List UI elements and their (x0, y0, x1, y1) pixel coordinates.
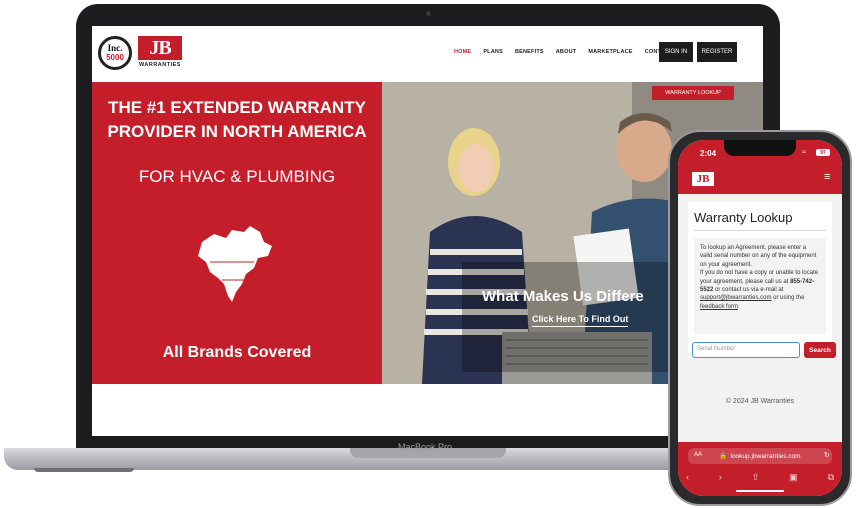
battery-icon: 97 (816, 149, 830, 156)
phone-clock: 2:04 (700, 149, 717, 158)
reload-icon[interactable]: ↻ (824, 451, 830, 459)
serial-number-input[interactable]: Serial Number (692, 342, 800, 358)
jb-logo-mark: JB (138, 36, 182, 60)
nav-plans[interactable]: PLANS (483, 49, 503, 55)
copyright-text: © 2024 JB Warranties (725, 398, 795, 405)
phone-notch (724, 140, 796, 156)
instructions-line2-mid: or contact us via e-mail at (715, 287, 784, 294)
warranty-lookup-title: Warranty Lookup (694, 210, 793, 225)
hero-headline: THE #1 EXTENDED WARRANTY PROVIDER IN NOR… (107, 98, 367, 141)
phone-jb-logo[interactable]: JB (692, 172, 714, 186)
hero-red-panel: THE #1 EXTENDED WARRANTY PROVIDER IN NOR… (92, 82, 382, 384)
nav-home[interactable]: HOME (454, 49, 471, 55)
title-divider (694, 230, 826, 231)
instructions-end: . (738, 303, 740, 310)
phone-app-bar: JB ≡ (678, 166, 842, 194)
nav-benefits[interactable]: BENEFITS (515, 49, 544, 55)
search-button[interactable]: Search (804, 342, 836, 358)
address-bar[interactable]: 🔒 lookup.jbwarranties.com (688, 448, 832, 464)
warranty-lookup-tab[interactable]: WARRANTY LOOKUP (652, 86, 734, 100)
wifi-icon: ≈ (802, 149, 806, 156)
find-out-link[interactable]: Click Here To Find Out (532, 314, 629, 327)
nav-marketplace[interactable]: MARKETPLACE (588, 49, 632, 55)
forward-icon[interactable]: › (719, 472, 722, 483)
lookup-instructions: To lookup an Agreement, please enter a v… (694, 238, 826, 334)
phone-screen: 2:04 ≈ 97 JB ≡ Warranty Lookup To lookup… (678, 140, 842, 496)
hero-brands-text: All Brands Covered (162, 344, 312, 361)
back-icon[interactable]: ‹ (686, 472, 689, 483)
north-america-map-icon (198, 226, 272, 302)
jb-logo-word: WARRANTIES (139, 62, 181, 68)
nav-about[interactable]: ABOUT (556, 49, 577, 55)
inc-badge-top: Inc. (107, 43, 123, 53)
site-header: Inc. 5000 JB WARRANTIES HOME PLANS BENEF… (92, 26, 763, 82)
bookmarks-icon[interactable]: ▣ (789, 472, 798, 483)
hero-subline: FOR HVAC & PLUMBING (138, 167, 336, 186)
hamburger-menu-icon[interactable]: ≡ (824, 171, 830, 183)
browser-nav-icons: ‹ › ⇧ ▣ ⧉ (686, 472, 834, 483)
instructions-line2-post: or using the (773, 295, 805, 302)
home-indicator[interactable] (736, 490, 784, 492)
site-below-hero (92, 384, 763, 436)
share-icon[interactable]: ⇧ (752, 472, 760, 483)
laptop-camera (426, 11, 431, 16)
photo-headline: What Makes Us Differe (482, 288, 644, 305)
phone-status-bar: 2:04 ≈ 97 (678, 140, 842, 166)
browser-toolbar: AA 🔒 lookup.jbwarranties.com ↻ ‹ › ⇧ ▣ ⧉ (678, 442, 842, 496)
laptop-model-label: MacBook Pro (397, 442, 453, 452)
warranty-lookup-card: Warranty Lookup To lookup an Agreement, … (688, 202, 832, 352)
sign-in-button[interactable]: SIGN IN (659, 42, 693, 62)
register-button[interactable]: REGISTER (697, 42, 737, 62)
lock-icon: 🔒 (719, 453, 728, 460)
main-nav: HOME PLANS BENEFITS ABOUT MARKETPLACE CO… (454, 49, 673, 55)
instructions-line1: To lookup an Agreement, please enter a v… (700, 245, 817, 268)
inc-5000-badge: Inc. 5000 (98, 36, 132, 70)
jb-warranties-logo[interactable]: JB WARRANTIES (138, 36, 182, 72)
phone: 2:04 ≈ 97 JB ≡ Warranty Lookup To lookup… (668, 130, 852, 506)
feedback-form-link[interactable]: feedback form (700, 304, 738, 310)
inc-badge-bottom: 5000 (106, 53, 124, 62)
address-bar-url: lookup.jbwarranties.com (730, 452, 801, 460)
laptop-foot-left (34, 468, 134, 472)
tabs-icon[interactable]: ⧉ (828, 472, 834, 483)
support-email-link[interactable]: support@jbwarranties.com (700, 295, 771, 301)
